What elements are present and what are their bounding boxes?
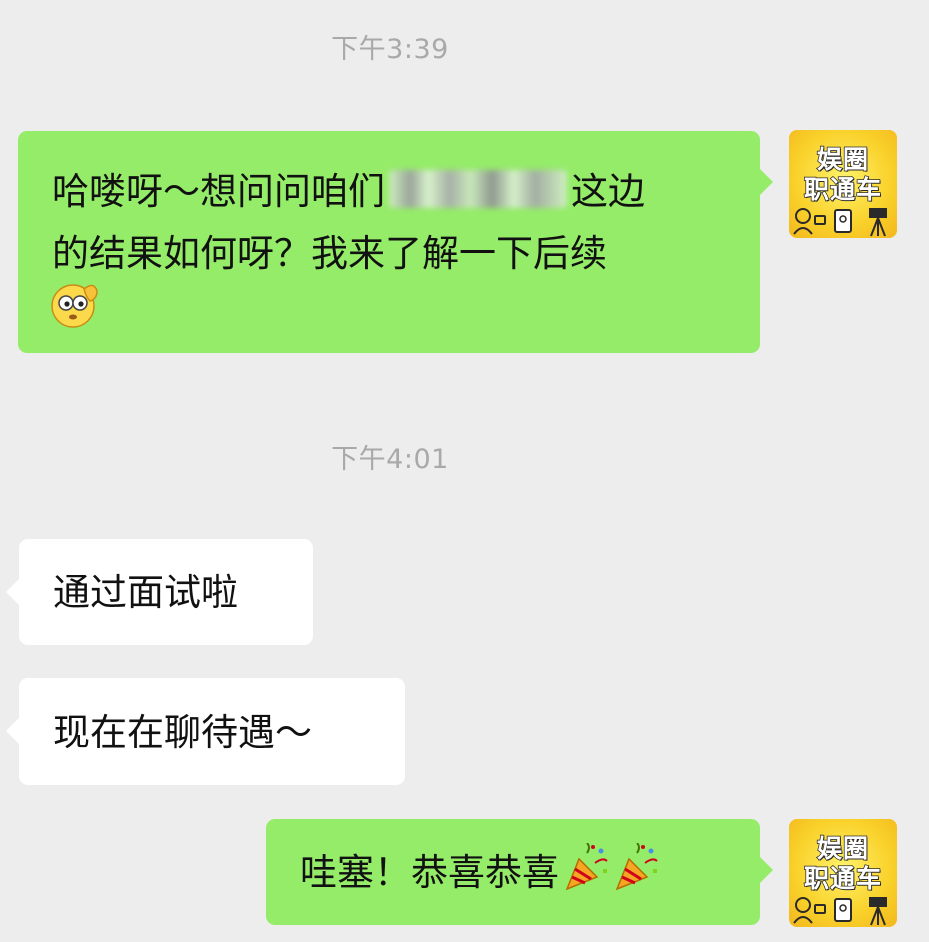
received-message-bubble[interactable]: 通过面试啦 (6, 539, 313, 645)
message-line: 哈喽呀～想问问咱们 这边 (52, 161, 730, 223)
salute-face-emoji (51, 284, 98, 328)
avatar[interactable]: 娱圈 职通车 (789, 130, 897, 238)
sent-message-bubble[interactable]: 哈喽呀～想问问咱们 这边 的结果如何呀？我来了解一下后续 (18, 131, 773, 353)
message-text: 的结果如何呀？我来了解一下后续 (52, 232, 607, 275)
redacted-text-blur (389, 170, 567, 208)
message-text: 哇塞！恭喜恭喜 (300, 851, 559, 894)
message-text: 通过面试啦 (53, 571, 238, 614)
received-message-bubble[interactable]: 现在在聊待遇～ (6, 678, 405, 785)
message-text: 哈喽呀～想问问咱们 (52, 170, 385, 213)
avatar-text: 职通车 (803, 174, 882, 205)
avatar-text: 职通车 (803, 863, 882, 894)
party-popper-icon (565, 843, 608, 891)
sent-message-bubble[interactable]: 哇塞！恭喜恭喜 (266, 819, 773, 925)
message-text: 这边 (571, 170, 645, 213)
timestamp: 下午4:01 (331, 444, 449, 475)
timestamp: 下午3:39 (331, 34, 449, 65)
avatar[interactable]: 娱圈 职通车 (789, 819, 897, 927)
message-text: 现在在聊待遇～ (53, 711, 312, 754)
film-crew-icon (793, 897, 887, 926)
film-crew-icon (793, 208, 887, 237)
party-popper-icon (615, 843, 658, 891)
